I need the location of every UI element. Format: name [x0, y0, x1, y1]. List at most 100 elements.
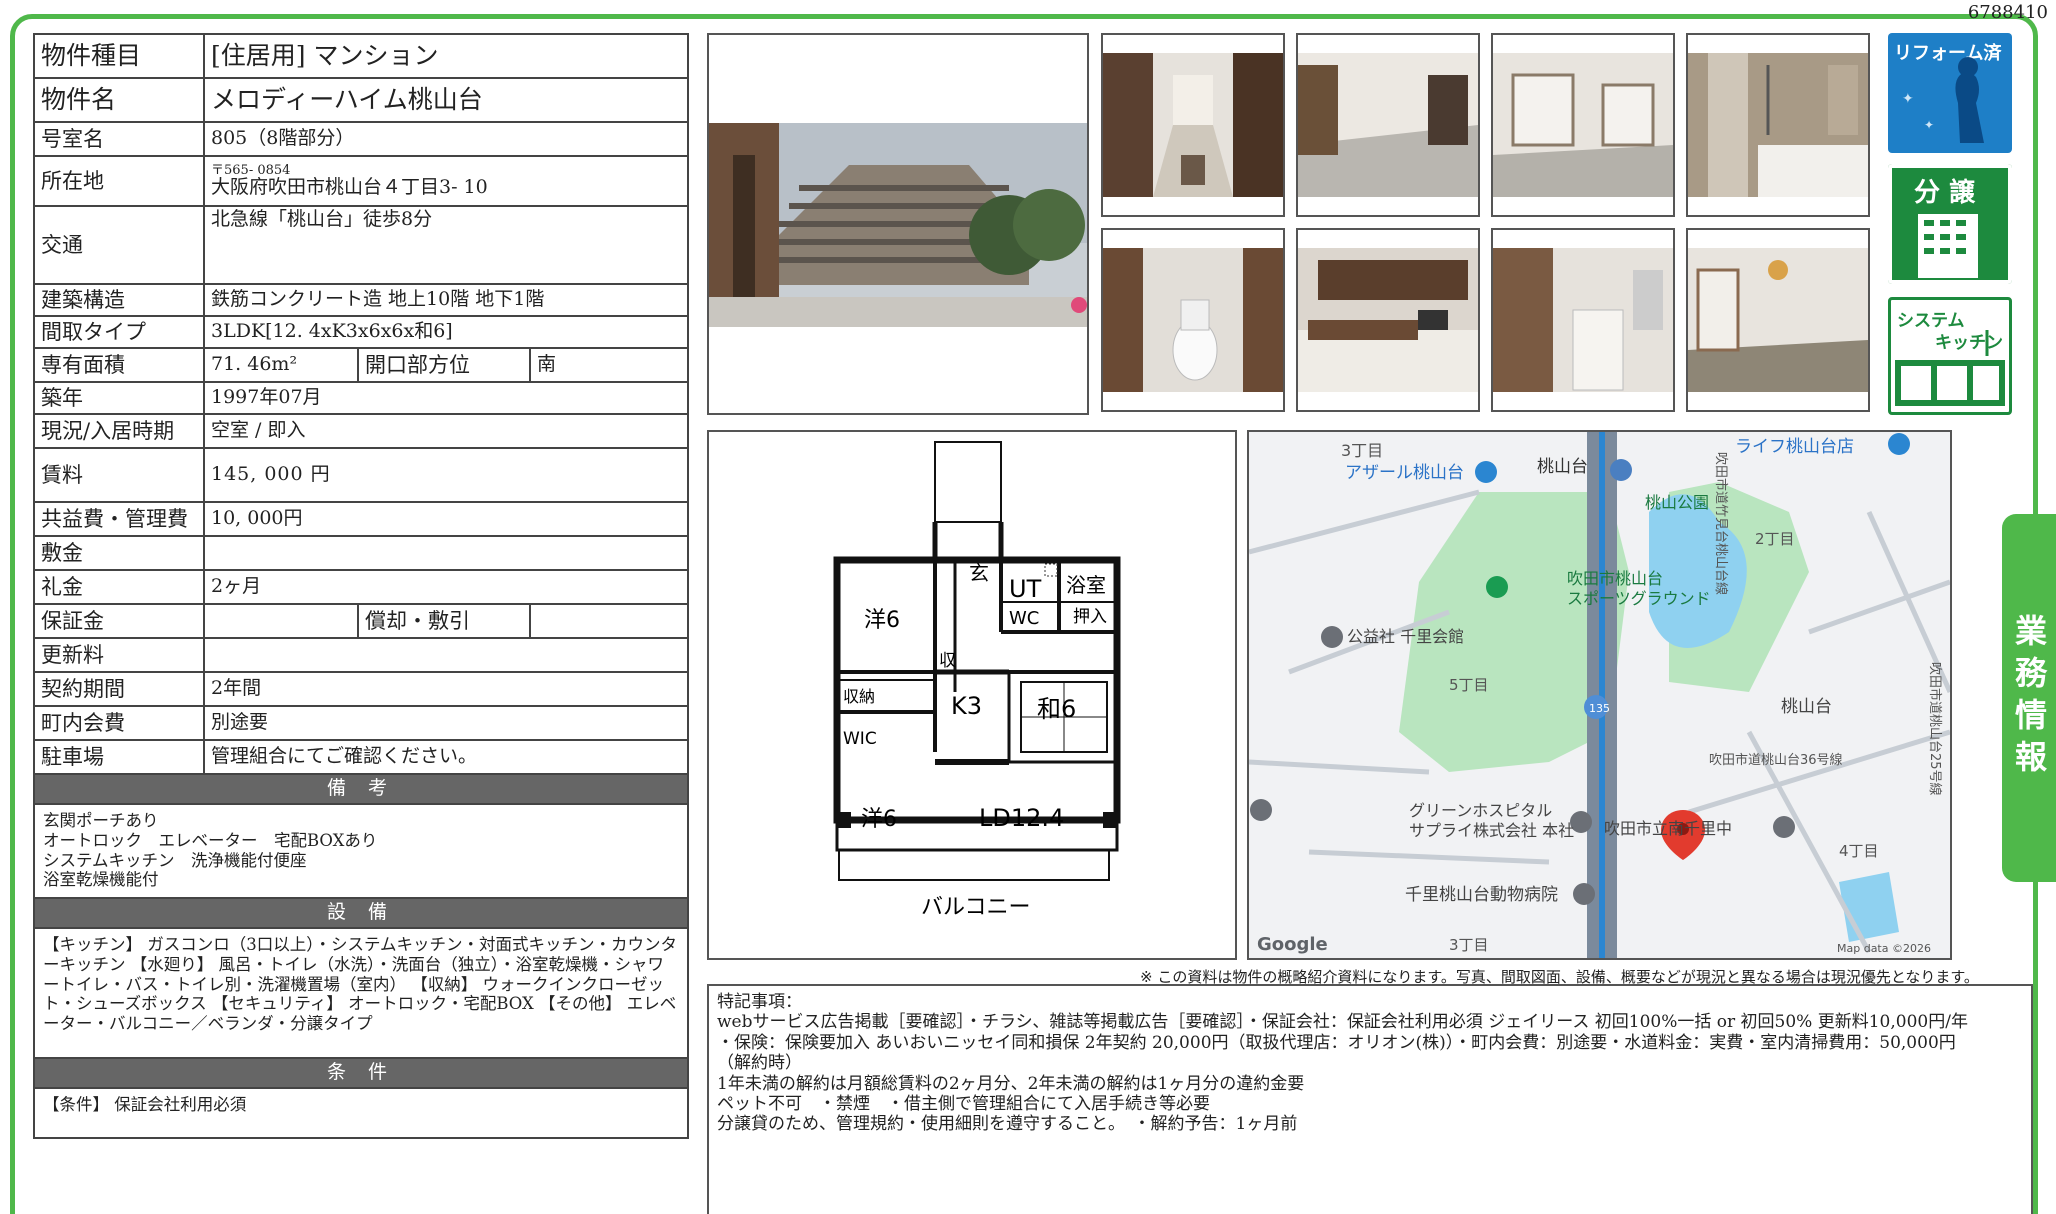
map-label: 桃山公園 — [1645, 493, 1709, 512]
fp-room-label: バルコニー — [921, 895, 1031, 920]
floor-plan[interactable]: 洋6 玄 UT 浴室 WC 押入 収 収納 K3 和6 WIC 洋6 LD12.… — [707, 430, 1237, 960]
document-id: 6788410 — [1967, 2, 2048, 23]
bathroom-image — [1688, 53, 1868, 197]
interior-photo-living[interactable] — [1296, 33, 1480, 217]
map-label: 4丁目 — [1839, 842, 1879, 860]
washroom-image — [1493, 248, 1673, 392]
contract-label: 契約期間 — [33, 671, 205, 707]
address-cell: 〒565- 0854 大阪府吹田市桃山台４丁目3- 10 — [202, 155, 690, 207]
map-label: 公益社 千里会館 — [1347, 627, 1464, 646]
map-label: 千里桃山台動物病院 — [1405, 885, 1558, 905]
interior-photo-toilet[interactable] — [1101, 228, 1285, 412]
map-label: 吹田市桃山台 — [1567, 569, 1663, 588]
fee-value: 10, 000円 — [202, 501, 690, 537]
deposit-value — [202, 535, 690, 571]
structure-label: 建築構造 — [33, 283, 205, 317]
assoc-label: 町内会費 — [33, 705, 205, 741]
special-notes: 特記事項： webサービス広告掲載［要確認］・チラシ、雑誌等掲載広告［要確認］・… — [707, 984, 2033, 1214]
status-label: 現況/入居時期 — [33, 413, 205, 449]
map-attribution: Map data ©2026 — [1837, 942, 1931, 955]
amortization-label: 償却・敷引 — [357, 603, 531, 639]
japanese-room-image — [1493, 53, 1673, 197]
facilities-content: 【キッチン】 ガスコンロ（3口以上）・システムキッチン・対面式キッチン・カウンタ… — [32, 927, 690, 1059]
svg-text:✦: ✦ — [1902, 91, 1914, 107]
kitchen-image — [1298, 248, 1478, 392]
map-label: アザール桃山台 — [1345, 463, 1464, 483]
map-label: 3丁目 — [1341, 441, 1383, 460]
fp-room-label: UT — [1009, 575, 1042, 603]
fp-room-label: 洋6 — [861, 807, 897, 832]
interior-photo-bedroom[interactable] — [1686, 228, 1870, 412]
interior-photo-kitchen[interactable] — [1296, 228, 1480, 412]
condo-badge-label: 分 譲 — [1914, 178, 1976, 208]
map-label: 吹田市道桃山台36号線 — [1709, 752, 1843, 768]
map-label: 吹田市道桃山台25号線 — [1927, 662, 1943, 796]
interior-photo-hallway[interactable] — [1101, 33, 1285, 217]
renewal-value — [202, 637, 690, 673]
remarks-line: システムキッチン 洗浄機能付便座 — [43, 850, 307, 870]
type-value: [住居用] マンション — [202, 33, 690, 79]
location-map[interactable]: 3丁目 アザール桃山台 桃山台 ライフ桃山台店 桃山公園 2丁目 吹田市桃山台 … — [1247, 430, 1952, 960]
fp-room-label: 和6 — [1037, 695, 1076, 723]
business-info-tab[interactable]: 業務情報 — [2002, 514, 2056, 882]
built-value: 1997年07月 — [202, 381, 690, 415]
fp-room-label: WIC — [843, 729, 877, 749]
svg-text:✦: ✦ — [1924, 118, 1934, 132]
special-line: webサービス広告掲載［要確認］・チラシ、雑誌等掲載広告［要確認］・保証会社：保… — [717, 1012, 1968, 1033]
area-label: 専有面積 — [33, 347, 205, 383]
fp-room-label: 洋6 — [864, 608, 900, 633]
exterior-photo[interactable] — [707, 33, 1089, 415]
renewal-label: 更新料 — [33, 637, 205, 673]
living-image — [1298, 53, 1478, 197]
contract-value: 2年間 — [202, 671, 690, 707]
remarks-line: 浴室乾燥機能付 — [43, 870, 159, 890]
hallway-image — [1103, 53, 1283, 197]
interior-photo-washroom[interactable] — [1491, 228, 1675, 412]
access-label: 交通 — [33, 205, 205, 285]
property-name: メロディーハイム桃山台 — [202, 77, 690, 123]
bedroom-image — [1688, 248, 1868, 392]
interior-photo-bathroom[interactable] — [1686, 33, 1870, 217]
remarks-heading: 備 考 — [32, 773, 690, 805]
map-label: 2丁目 — [1755, 530, 1795, 548]
special-line: ペット不可 ・禁煙 ・借主側で管理組合にて入居手続き等必要 — [717, 1093, 1210, 1114]
map-label: 5丁目 — [1449, 676, 1489, 694]
map-label: 吹田市道竹見台桃山台線 — [1713, 452, 1729, 595]
area-value: 71. 46m² — [203, 347, 359, 383]
special-line: 1年未満の解約は月額総賃料の2ヶ月分、2年未満の解約は1ヶ月分の違約金要 — [717, 1073, 1305, 1094]
map-label: 吹田市立南千里中 — [1604, 819, 1732, 838]
interior-photo-japanese-room[interactable] — [1491, 33, 1675, 217]
special-line: ・保険：保険要加入 あいおいニッセイ同和損保 2年契約 20,000円（取扱代理… — [717, 1032, 1956, 1053]
toilet-image — [1103, 248, 1283, 392]
special-line: （解約時） — [717, 1053, 802, 1074]
map-label: スポーツグラウンド — [1567, 589, 1711, 608]
parking-label: 駐車場 — [33, 739, 205, 775]
conditions-content: 【条件】 保証会社利用必須 — [32, 1087, 690, 1139]
map-label: 桃山台 — [1781, 697, 1832, 717]
room-label: 号室名 — [33, 121, 205, 157]
fp-room-label: 玄 — [969, 561, 989, 585]
status-value: 空室 / 即入 — [202, 413, 690, 449]
name-label: 物件名 — [33, 77, 205, 123]
security-label: 保証金 — [33, 603, 205, 639]
fp-room-label: LD12.4 — [979, 804, 1064, 832]
type-label: 物件種目 — [33, 33, 205, 79]
key-money-label: 礼金 — [33, 569, 205, 605]
layout-label: 間取タイプ — [33, 315, 205, 349]
facilities-heading: 設 備 — [32, 897, 690, 929]
person-silhouette-icon: ✦✦ — [1902, 57, 1984, 143]
google-logo: Google — [1257, 934, 1328, 955]
direction-label: 開口部方位 — [357, 347, 531, 383]
amortization-value — [528, 603, 690, 639]
deposit-label: 敷金 — [33, 535, 205, 571]
rent-value: 145, 000 円 — [202, 447, 690, 503]
room-value: 805（8階部分） — [202, 121, 690, 157]
fp-room-label: 押入 — [1073, 607, 1107, 627]
structure-value: 鉄筋コンクリート造 地上10階 地下1階 — [202, 283, 690, 317]
floor-plan-drawing: 洋6 玄 UT 浴室 WC 押入 収 収納 K3 和6 WIC 洋6 LD12.… — [833, 441, 1121, 920]
kitchen-icon — [1895, 330, 2005, 406]
map-label: 桃山台 — [1537, 457, 1588, 477]
assoc-value: 別途要 — [202, 705, 690, 741]
map-label: 135 — [1589, 702, 1610, 715]
system-kitchen-badge: システム キッチン — [1888, 297, 2012, 415]
